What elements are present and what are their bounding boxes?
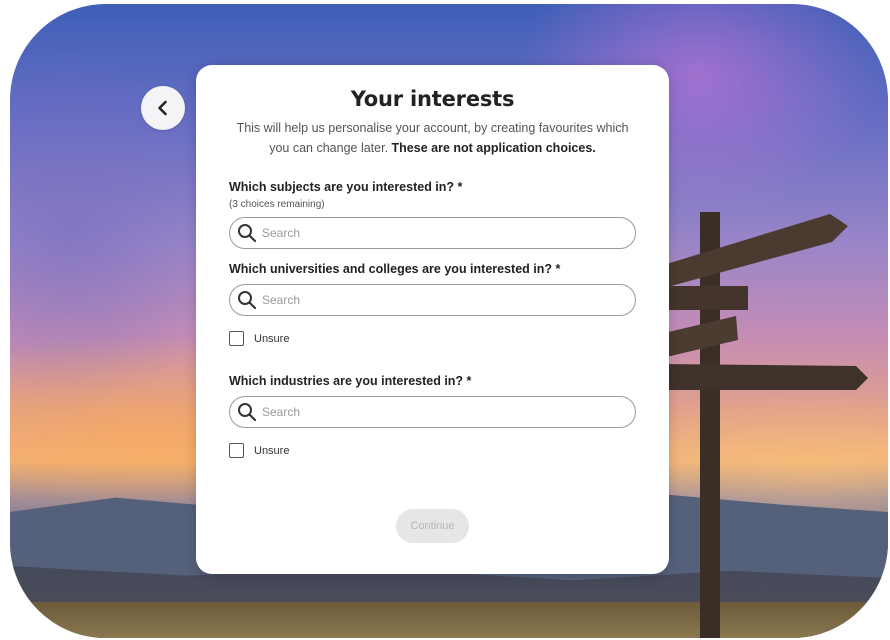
- universities-unsure-checkbox[interactable]: [229, 331, 244, 346]
- universities-unsure-label: Unsure: [254, 332, 290, 345]
- subjects-choices-remaining: (3 choices remaining): [229, 199, 325, 210]
- industries-search-input[interactable]: [262, 405, 602, 419]
- interests-card: Your interests This will help us persona…: [196, 65, 669, 574]
- chevron-left-icon: [158, 100, 167, 116]
- continue-button[interactable]: Continue: [396, 509, 469, 543]
- subjects-question-label: Which subjects are you interested in? *: [229, 180, 463, 194]
- industries-section: Which industries are you interested in? …: [229, 374, 636, 458]
- universities-search-input[interactable]: [262, 293, 602, 307]
- universities-question-label: Which universities and colleges are you …: [229, 262, 561, 276]
- search-icon: [236, 289, 258, 311]
- search-icon: [236, 401, 258, 423]
- universities-section: Which universities and colleges are you …: [229, 262, 636, 346]
- universities-search-field[interactable]: [229, 284, 636, 316]
- subjects-section: Which subjects are you interested in? * …: [229, 180, 636, 249]
- page-title: Your interests: [350, 87, 515, 111]
- industries-search-field[interactable]: [229, 396, 636, 428]
- industries-unsure-label: Unsure: [254, 444, 290, 457]
- subjects-search-field[interactable]: [229, 217, 636, 249]
- subtitle-emphasis: These are not application choices.: [391, 141, 596, 155]
- search-icon: [236, 222, 258, 244]
- industries-question-label: Which industries are you interested in? …: [229, 374, 472, 388]
- industries-unsure-checkbox[interactable]: [229, 443, 244, 458]
- subjects-search-input[interactable]: [262, 226, 602, 240]
- page-subtitle: This will help us personalise your accou…: [229, 118, 636, 158]
- back-button[interactable]: [141, 86, 185, 130]
- universities-unsure-option[interactable]: Unsure: [229, 331, 636, 346]
- industries-unsure-option[interactable]: Unsure: [229, 443, 636, 458]
